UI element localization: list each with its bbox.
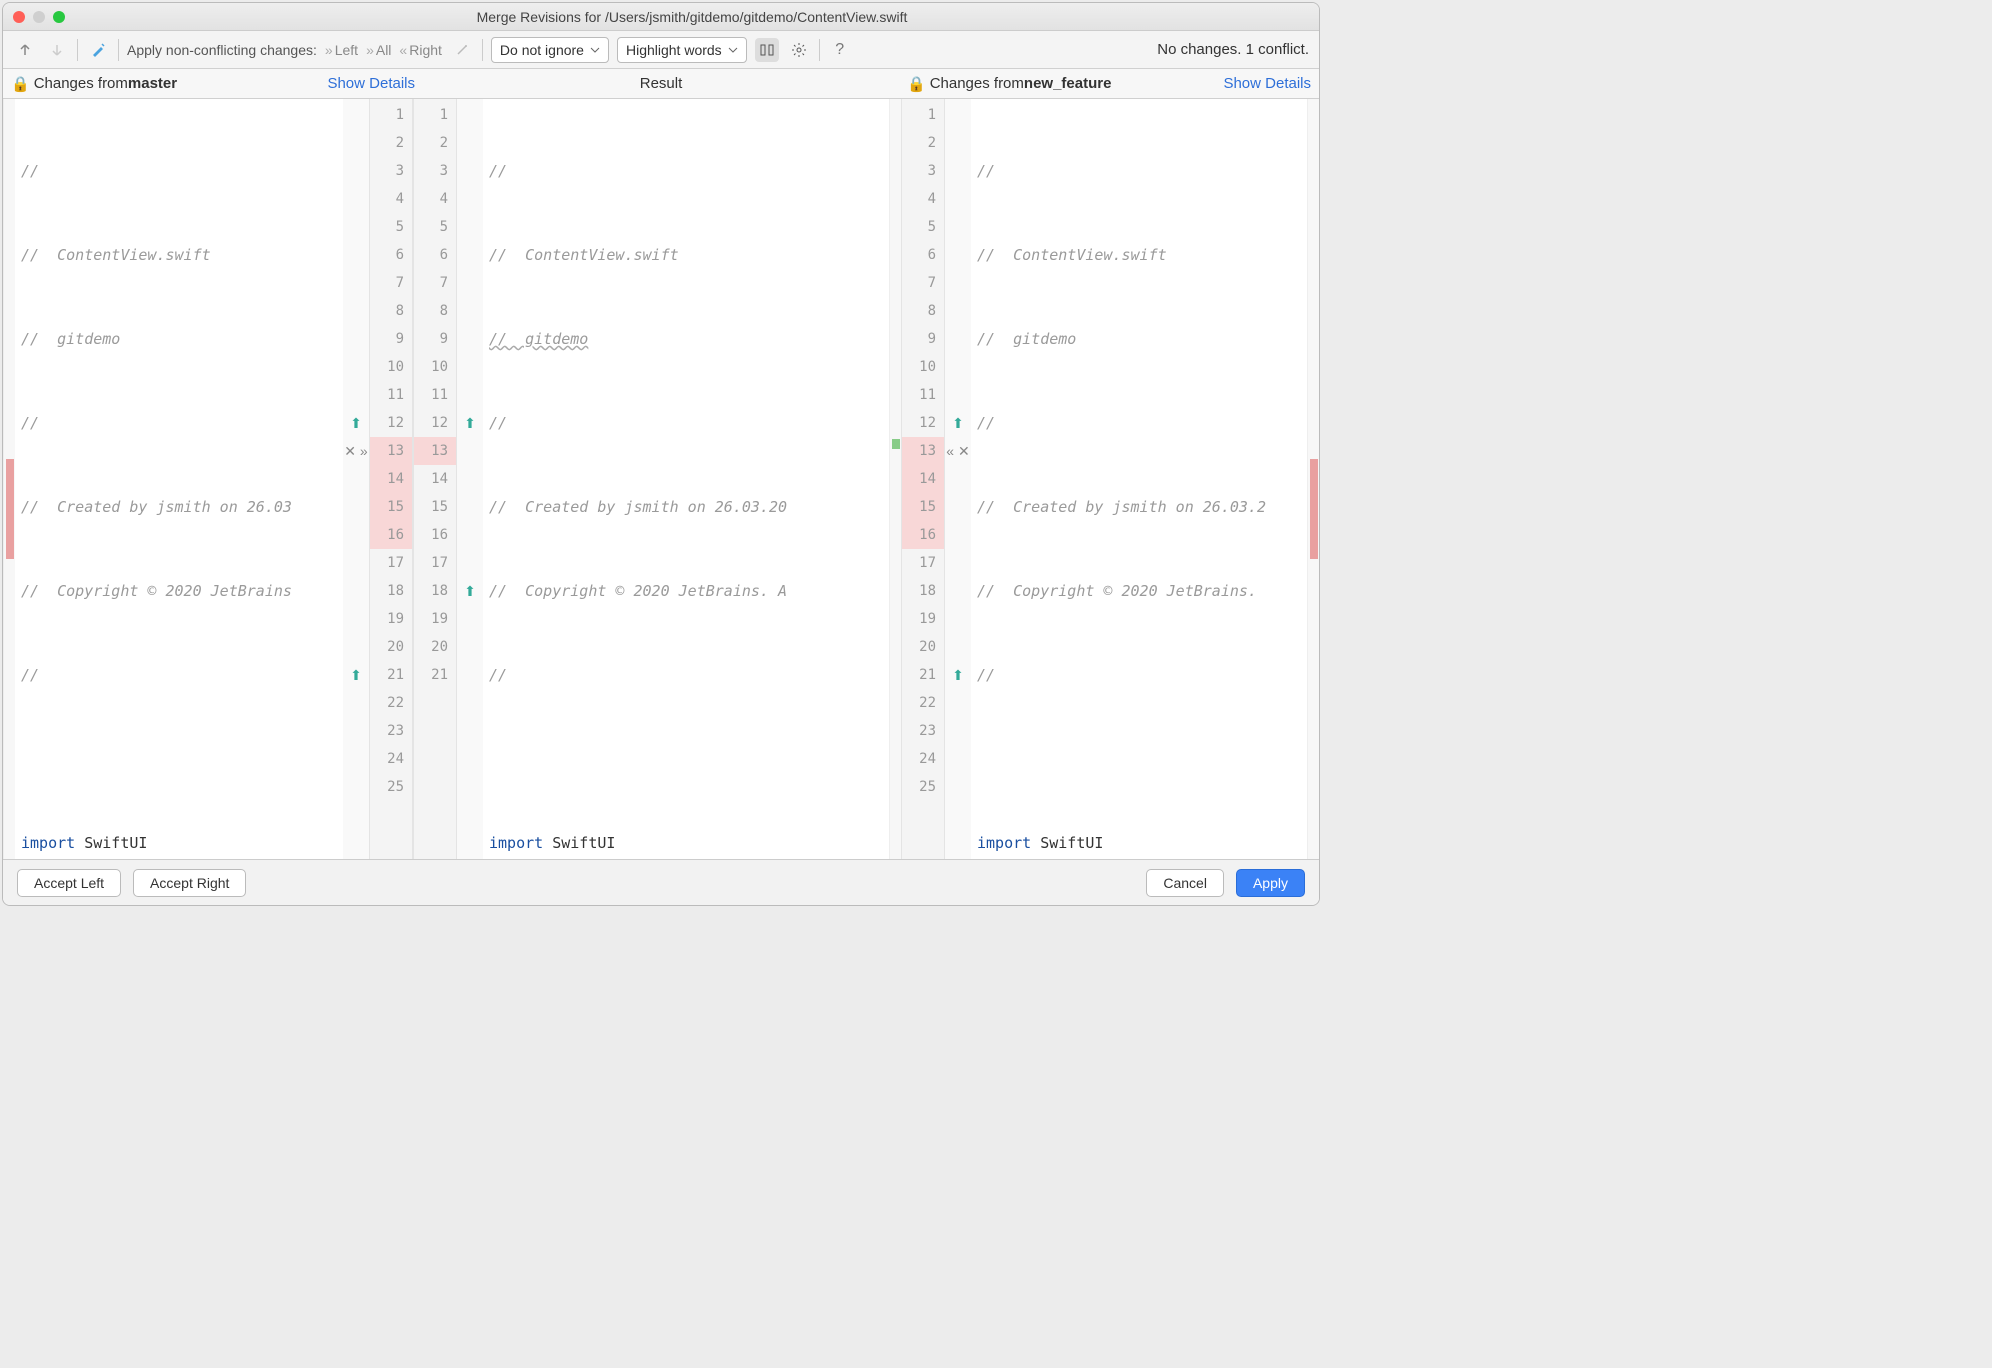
left-merge-controls: ⬆ ✕ » ⬆	[343, 99, 369, 859]
separator	[118, 39, 119, 61]
separator	[77, 39, 78, 61]
sync-scroll-button[interactable]	[755, 38, 779, 62]
right-merge-controls: ⬆ « ✕ ⬆	[945, 99, 971, 859]
separator	[819, 39, 820, 61]
left-line-gutter: 1234567891011121314151617181920212223242…	[369, 99, 413, 859]
collapse-marker-icon[interactable]: ⬆	[350, 661, 362, 689]
show-details-right[interactable]: Show Details	[1223, 75, 1311, 92]
result-pane: // // ContentView.swift // gitdemo // //…	[483, 99, 889, 859]
apply-button[interactable]: Apply	[1236, 869, 1305, 897]
toolbar: Apply non-conflicting changes: »Left »Al…	[3, 31, 1319, 69]
left-pane: // // ContentView.swift // gitdemo // //…	[15, 99, 343, 859]
result-header: Result	[423, 69, 899, 98]
left-marker-strip	[3, 99, 15, 859]
next-diff-button[interactable]	[45, 38, 69, 62]
center-left-gutter: 123456789101112131415161718192021	[413, 99, 457, 859]
apply-right-button[interactable]: «Right	[399, 42, 441, 58]
right-editor[interactable]: // // ContentView.swift // gitdemo // //…	[971, 99, 1307, 859]
result-editor[interactable]: // // ContentView.swift // gitdemo // //…	[483, 99, 889, 859]
left-header: 🔒 Changes from master Show Details	[3, 69, 423, 98]
minimize-icon[interactable]	[33, 11, 45, 23]
collapse-marker-icon[interactable]: ⬆	[350, 409, 362, 437]
apply-nonconflict-label: Apply non-conflicting changes:	[127, 42, 317, 58]
footer: Accept Left Accept Right Cancel Apply	[3, 859, 1319, 905]
merge-window: Merge Revisions for /Users/jsmith/gitdem…	[2, 2, 1320, 906]
right-header: 🔒 Changes from new_feature Show Details	[899, 69, 1319, 98]
wand-icon[interactable]	[450, 38, 474, 62]
highlight-dropdown[interactable]: Highlight words	[617, 37, 747, 63]
merge-status: No changes. 1 conflict.	[1157, 41, 1309, 58]
help-button[interactable]: ?	[828, 38, 852, 62]
accept-left-button[interactable]: Accept Left	[17, 869, 121, 897]
apply-all-button[interactable]: »All	[366, 42, 391, 58]
accept-chunk-left[interactable]: ✕ »	[344, 437, 367, 465]
window-title: Merge Revisions for /Users/jsmith/gitdem…	[75, 9, 1309, 25]
titlebar: Merge Revisions for /Users/jsmith/gitdem…	[3, 3, 1319, 31]
settings-button[interactable]	[787, 38, 811, 62]
prev-diff-button[interactable]	[13, 38, 37, 62]
merge-panes: // // ContentView.swift // gitdemo // //…	[3, 99, 1319, 859]
apply-left-button[interactable]: »Left	[325, 42, 358, 58]
maximize-icon[interactable]	[53, 11, 65, 23]
left-editor[interactable]: // // ContentView.swift // gitdemo // //…	[15, 99, 343, 859]
right-marker-strip	[1307, 99, 1319, 859]
center-right-gutter: 1234567891011121314151617181920212223242…	[901, 99, 945, 859]
separator	[482, 39, 483, 61]
center-left-markers: ⬆ ⬆	[457, 99, 483, 859]
ignore-dropdown[interactable]: Do not ignore	[491, 37, 609, 63]
accept-right-button[interactable]: Accept Right	[133, 869, 246, 897]
right-pane: // // ContentView.swift // gitdemo // //…	[971, 99, 1307, 859]
pane-headers: 🔒 Changes from master Show Details Resul…	[3, 69, 1319, 99]
accept-chunk-right[interactable]: « ✕	[946, 437, 969, 465]
cancel-button[interactable]: Cancel	[1146, 869, 1224, 897]
lock-icon: 🔒	[11, 75, 30, 93]
lock-icon: 🔒	[907, 75, 926, 93]
center-marker-strip	[889, 99, 901, 859]
show-details-left[interactable]: Show Details	[327, 75, 415, 92]
window-controls	[13, 11, 65, 23]
close-icon[interactable]	[13, 11, 25, 23]
magic-resolve-button[interactable]	[86, 38, 110, 62]
